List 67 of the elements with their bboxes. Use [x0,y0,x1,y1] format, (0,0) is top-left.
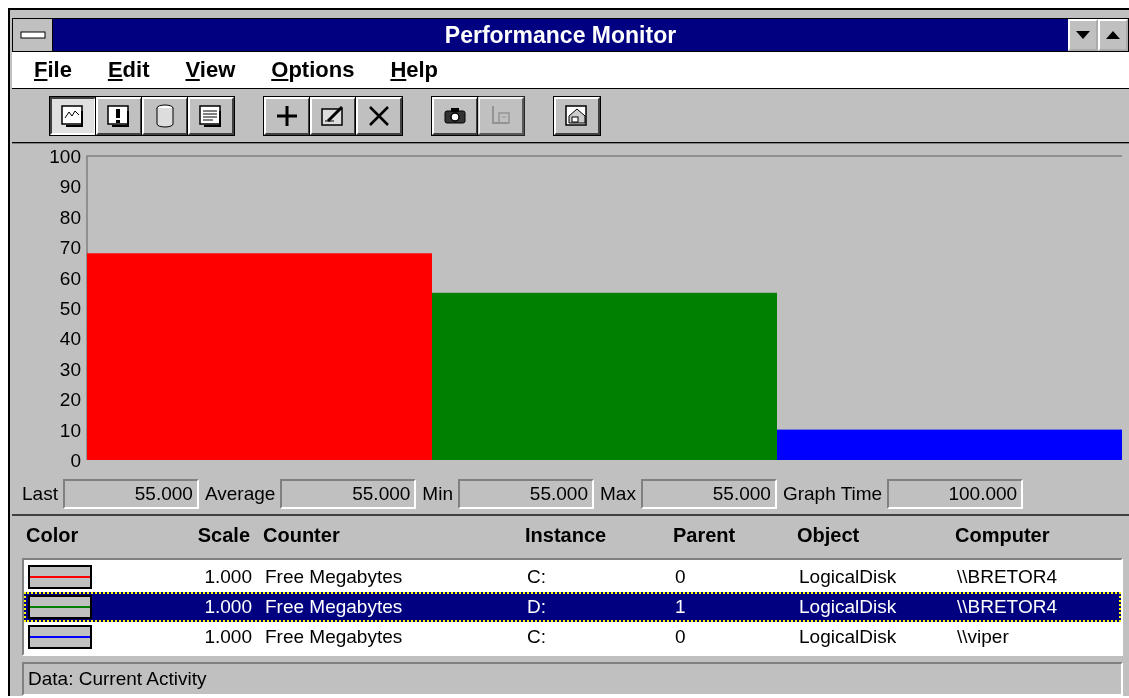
axis-label: 70 [59,237,81,259]
up-triangle-icon [1106,31,1120,39]
stat-label: Last [22,483,58,506]
down-triangle-icon [1076,31,1090,39]
axis-label: 80 [59,207,81,229]
table-cell-text: Free Megabytes [264,626,404,649]
axis-label: 40 [59,328,81,350]
menu-item[interactable]: View [185,56,236,83]
stat-readout: 55.000 [458,479,594,510]
column-header: Object [797,523,861,547]
window-title: Performance Monitor [443,21,678,50]
system-menu-button[interactable] [13,19,53,51]
minimize-button[interactable] [1068,19,1098,51]
maximize-button[interactable] [1098,19,1128,51]
table-cell-text: \\viper [957,626,1010,649]
table-cell-text: LogicalDisk [799,626,898,649]
table-cell-text: 0 [675,626,687,649]
axis-label: 30 [59,359,81,381]
document-icon [198,102,224,129]
axis-label: 20 [59,389,81,411]
axis-label: 60 [59,268,81,290]
table-cell-text: C: [527,626,547,649]
stat-label: Max [600,483,636,506]
table-cell-text: \\BRETOR4 [957,566,1058,589]
status-text: Data: Current Activity [28,668,207,691]
stat-readout: 55.000 [640,479,777,510]
column-header: Scale [196,523,250,547]
stat-label: Graph Time [782,483,883,506]
stat-label: Min [422,483,453,506]
axis-label: 100 [49,146,81,168]
table-cell-text: LogicalDisk [799,566,898,589]
menu-item[interactable]: Help [390,56,439,83]
house-icon [564,102,590,129]
column-header: Instance [525,523,608,547]
table-cell-text: Free Megabytes [264,596,404,619]
axis-label: 50 [59,298,81,320]
alert-icon [106,102,132,129]
table-cell-text: 1 [675,596,687,619]
axis-label: 0 [70,450,81,472]
axis-label: 90 [59,176,81,198]
menu-item[interactable]: File [34,56,72,83]
column-header: Color [26,523,80,547]
column-header: Counter [262,523,341,547]
column-header: Parent [673,523,737,547]
table-cell-text: LogicalDisk [799,596,898,619]
table-cell-text: D: [527,596,547,619]
table-cell-text: C: [527,566,547,589]
table-cell-text: 1.000 [203,596,252,619]
legend-row[interactable]: 1.000 Free Megabytes C: 0 LogicalDisk \\viper [24,622,1121,653]
menu-item[interactable]: Options [271,56,355,83]
dash-icon [19,31,46,39]
table-cell-text: 1.000 [203,566,252,589]
axis-label: 10 [59,420,81,442]
table-cell-text: 0 [675,566,687,589]
toolbar-button[interactable] [50,96,96,135]
table-cell-text: 1.000 [203,626,252,649]
menu-item[interactable]: Edit [107,56,150,83]
stat-label: Average [204,483,276,506]
legend-row[interactable]: 1.000 Free Megabytes D: 1 LogicalDisk \\BRETOR4 [24,592,1121,623]
stat-readout: 100.000 [887,479,1024,510]
table-cell-text: \\BRETOR4 [957,596,1058,619]
column-header: Computer [955,523,1051,547]
table-cell-text: Free Megabytes [264,566,404,589]
stat-readout: 55.000 [280,479,417,510]
chart-icon [60,102,86,129]
stat-readout: 55.000 [62,479,199,510]
legend-row[interactable]: 1.000 Free Megabytes C: 0 LogicalDisk \\BRETOR4 [24,562,1121,593]
